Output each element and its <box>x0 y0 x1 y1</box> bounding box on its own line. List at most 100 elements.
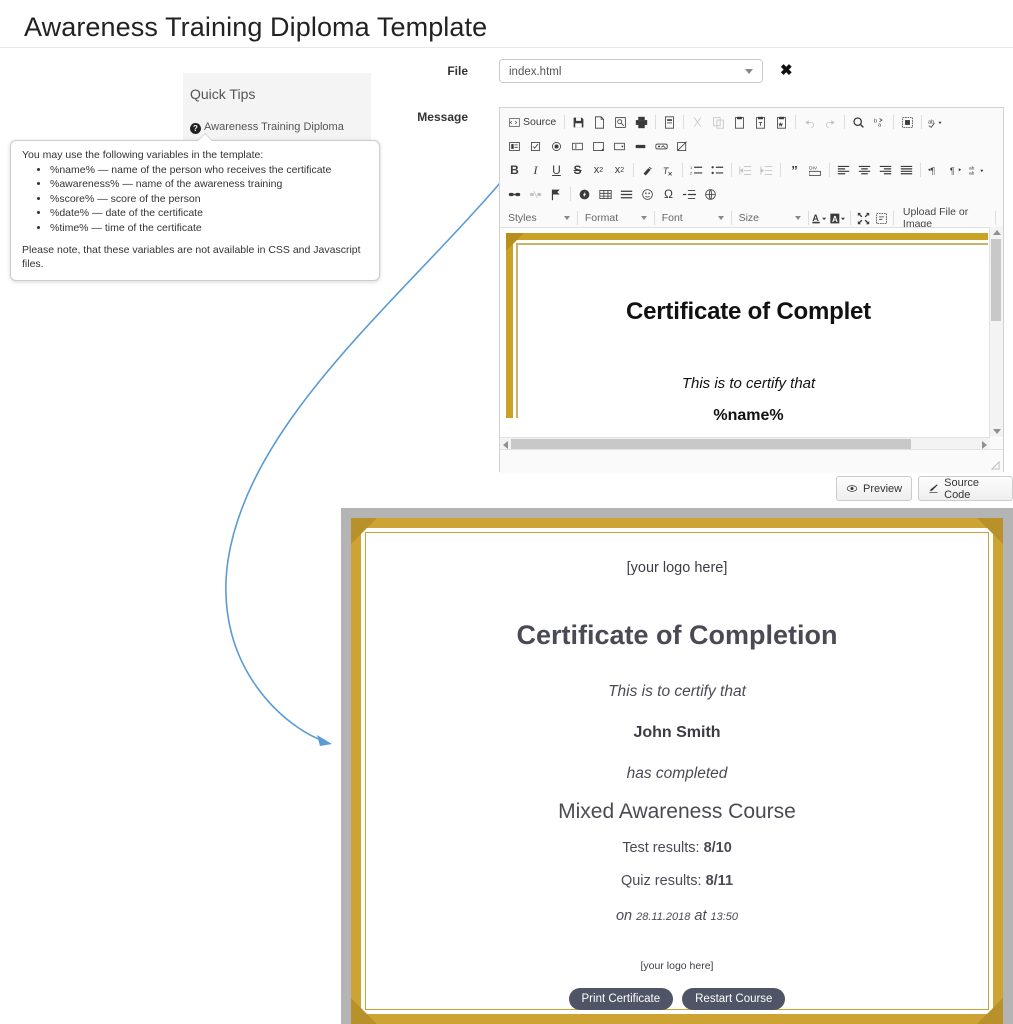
bold-icon[interactable]: B <box>504 160 525 180</box>
flash-icon[interactable] <box>574 184 595 204</box>
copy-icon[interactable] <box>708 112 729 132</box>
editor-toolbar-row-4[interactable]: Ω <box>500 182 1003 206</box>
button-icon[interactable] <box>630 136 651 156</box>
anchor-icon[interactable] <box>546 184 567 204</box>
html-editor[interactable]: Source ba ab B I U S x 2 x 2 T 1 2 ” DIV… <box>499 107 1004 473</box>
restart-course-button[interactable]: Restart Course <box>682 988 786 1010</box>
italic-icon[interactable]: I <box>525 160 546 180</box>
align-left-icon[interactable] <box>833 160 854 180</box>
print-certificate-button[interactable]: Print Certificate <box>568 988 674 1010</box>
toolbar-separator <box>655 115 657 129</box>
close-x-icon[interactable]: ✖ <box>780 61 793 81</box>
editor-action-buttons[interactable]: Preview Source Code <box>836 476 1013 501</box>
show-blocks-icon[interactable] <box>872 208 890 228</box>
quiz-results-value: 8/11 <box>705 873 734 889</box>
maximize-icon[interactable] <box>854 208 872 228</box>
div-container-icon[interactable]: DIV <box>805 160 826 180</box>
underline-icon[interactable]: U <box>546 160 567 180</box>
editor-canvas[interactable]: Certificate of Complet This is to certif… <box>500 227 1003 438</box>
select-field-icon[interactable] <box>609 136 630 156</box>
editor-toolbar-row-1[interactable]: Source ba ab <box>500 108 1003 134</box>
paste-word-icon[interactable] <box>771 112 792 132</box>
page-break-icon[interactable] <box>679 184 700 204</box>
certificate-body: [your logo here] Certificate of Completi… <box>361 528 993 1014</box>
source-icon[interactable]: Source <box>504 112 561 132</box>
svg-text:2: 2 <box>690 170 693 175</box>
question-mark-icon: ? <box>190 123 201 134</box>
editor-toolbar-row-3[interactable]: B I U S x2 x2 T 12 ” DIV ¶ ¶ ab ab <box>500 158 1003 182</box>
remove-format-icon[interactable]: T <box>658 160 679 180</box>
image-button-icon[interactable] <box>651 136 672 156</box>
textarea-icon[interactable] <box>588 136 609 156</box>
background-color-icon[interactable]: A <box>829 208 847 228</box>
text-field-icon[interactable] <box>567 136 588 156</box>
text-color-icon[interactable]: A <box>811 208 829 228</box>
format-dropdown-value: Format <box>584 212 619 224</box>
cut-icon[interactable] <box>687 112 708 132</box>
subscript-icon[interactable]: x2 <box>588 160 609 180</box>
table-icon[interactable] <box>595 184 616 204</box>
strike-icon[interactable]: S <box>567 160 588 180</box>
preview-icon[interactable] <box>610 112 631 132</box>
rtl-icon[interactable]: ¶ <box>945 160 966 180</box>
form-icon[interactable] <box>504 136 525 156</box>
scroll-down-arrow-icon[interactable] <box>993 429 1001 434</box>
vertical-scroll-thumb[interactable] <box>991 239 1001 321</box>
align-right-icon[interactable] <box>875 160 896 180</box>
editor-footer <box>500 449 1003 473</box>
quick-tips-item[interactable]: ? Awareness Training Diploma <box>190 120 365 134</box>
numbered-list-icon[interactable]: 12 <box>686 160 707 180</box>
smiley-icon[interactable] <box>637 184 658 204</box>
language-icon[interactable]: ab ab <box>966 160 987 180</box>
resize-grip-icon[interactable] <box>991 461 1000 470</box>
link-icon[interactable] <box>504 184 525 204</box>
scroll-left-arrow-icon[interactable] <box>503 441 508 449</box>
save-icon[interactable] <box>568 112 589 132</box>
toolbar-separator <box>682 163 683 177</box>
print-icon[interactable] <box>631 112 652 132</box>
special-char-icon[interactable]: Ω <box>658 184 679 204</box>
toolbar-separator <box>570 187 571 201</box>
select-all-icon[interactable] <box>897 112 918 132</box>
size-dropdown[interactable]: Size <box>735 209 805 227</box>
styles-dropdown[interactable]: Styles <box>504 209 574 227</box>
file-select[interactable]: index.html <box>499 59 763 83</box>
source-code-button[interactable]: Source Code <box>918 476 1013 501</box>
chevron-down-icon <box>564 216 570 220</box>
replace-icon[interactable]: ba <box>869 112 890 132</box>
undo-icon[interactable] <box>799 112 820 132</box>
horizontal-scroll-thumb[interactable] <box>511 439 911 449</box>
at-label: at <box>694 908 707 924</box>
paste-text-icon[interactable] <box>750 112 771 132</box>
align-center-icon[interactable] <box>854 160 875 180</box>
list-item: %score% — score of the person <box>50 193 368 207</box>
new-page-icon[interactable] <box>589 112 610 132</box>
spellcheck-icon[interactable]: ab <box>925 112 946 132</box>
scroll-up-arrow-icon[interactable] <box>993 230 1001 235</box>
indent-icon[interactable] <box>756 160 777 180</box>
copy-formatting-icon[interactable] <box>637 160 658 180</box>
find-icon[interactable] <box>848 112 869 132</box>
paste-icon[interactable] <box>729 112 750 132</box>
format-dropdown[interactable]: Format <box>581 209 651 227</box>
bulleted-list-icon[interactable] <box>707 160 728 180</box>
checkbox-icon[interactable] <box>525 136 546 156</box>
outdent-icon[interactable] <box>735 160 756 180</box>
editor-vertical-scrollbar[interactable] <box>989 227 1003 437</box>
iframe-icon[interactable] <box>700 184 721 204</box>
redo-icon[interactable] <box>820 112 841 132</box>
superscript-icon[interactable]: x2 <box>609 160 630 180</box>
ltr-icon[interactable]: ¶ <box>924 160 945 180</box>
justify-icon[interactable] <box>896 160 917 180</box>
preview-button[interactable]: Preview <box>836 476 913 501</box>
certificate-actions[interactable]: Print Certificate Restart Course <box>361 988 993 1010</box>
horizontal-rule-icon[interactable] <box>616 184 637 204</box>
radio-icon[interactable] <box>546 136 567 156</box>
templates-icon[interactable] <box>659 112 680 132</box>
hidden-field-icon[interactable] <box>672 136 693 156</box>
scroll-right-arrow-icon[interactable] <box>982 441 987 449</box>
editor-toolbar-row-2[interactable] <box>500 134 1003 158</box>
unlink-icon[interactable] <box>525 184 546 204</box>
font-dropdown[interactable]: Font <box>658 209 728 227</box>
blockquote-icon[interactable]: ” <box>784 160 805 180</box>
